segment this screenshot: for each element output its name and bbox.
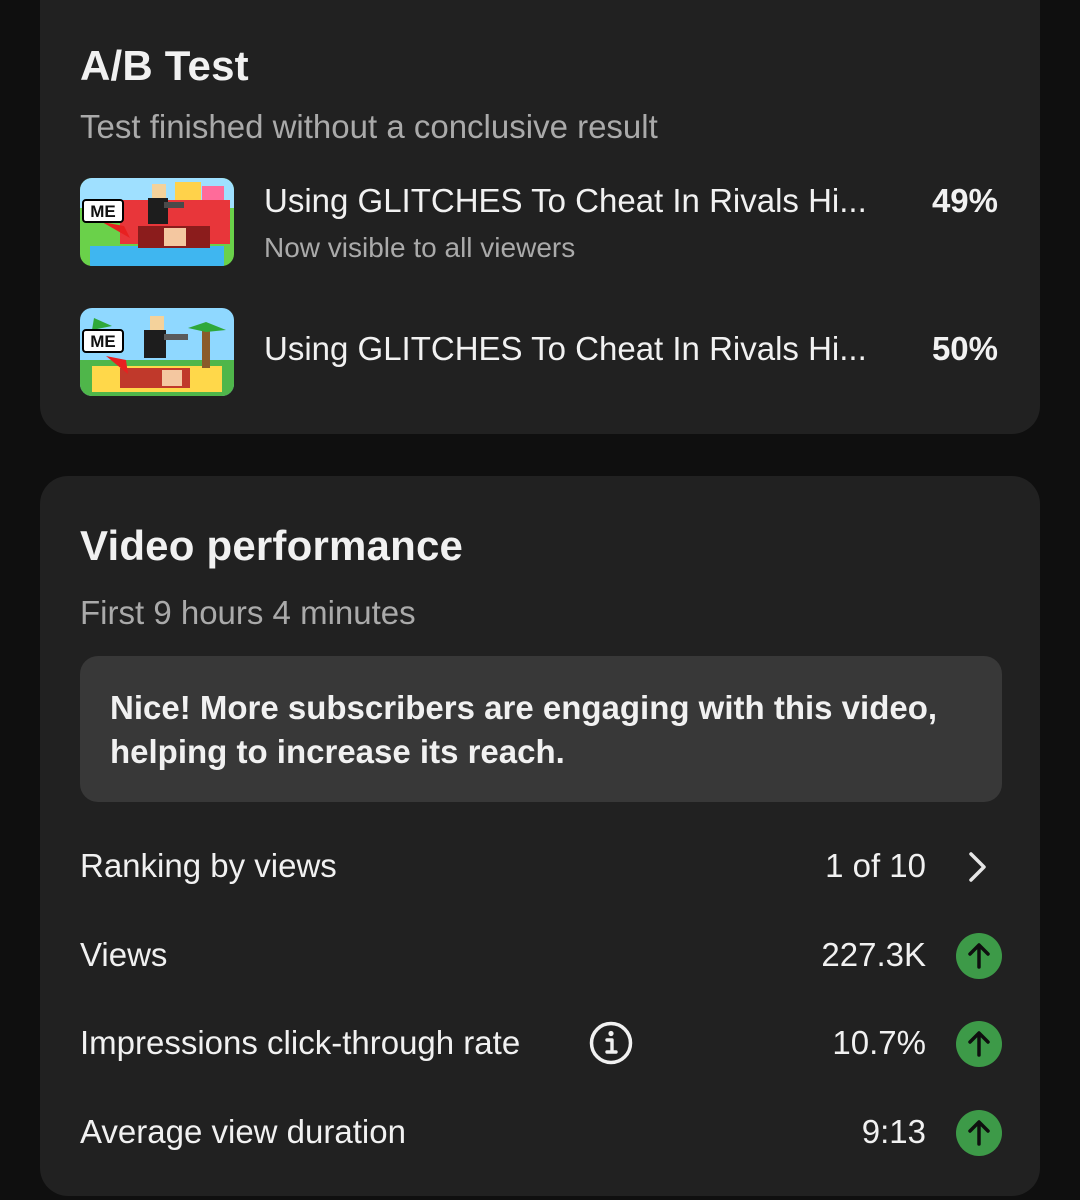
trend-up-icon xyxy=(956,1021,1002,1067)
video-performance-card: Video performance First 9 hours 4 minute… xyxy=(40,476,1040,1196)
metric-label: Impressions click-through rate xyxy=(80,1024,521,1061)
metric-label: Views xyxy=(80,936,168,973)
variant-1-percent: 49% xyxy=(931,182,998,219)
variant-1-status: Now visible to all viewers xyxy=(264,232,576,263)
metric-average-view-duration[interactable]: Average view duration 9:13 xyxy=(80,1103,1002,1163)
thumbnail-me-label: ME xyxy=(90,202,116,221)
ab-test-subtitle: Test finished without a conclusive resul… xyxy=(80,108,658,145)
variant-2-percent: 50% xyxy=(931,330,998,367)
metric-ranking-by-views[interactable]: Ranking by views 1 of 10 xyxy=(80,837,1002,897)
performance-subtitle: First 9 hours 4 minutes xyxy=(80,594,416,631)
variant-1-thumbnail: ME xyxy=(80,178,234,266)
trend-up-icon xyxy=(956,1110,1002,1156)
variant-1-title: Using GLITCHES To Cheat In Rivals Hi... xyxy=(264,182,867,219)
metric-value: 227.3K xyxy=(821,936,926,973)
metric-value: 9:13 xyxy=(861,1113,926,1150)
metric-value: 1 of 10 xyxy=(825,847,926,884)
info-icon[interactable] xyxy=(588,1020,634,1066)
trend-up-icon xyxy=(956,933,1002,979)
chevron-right-icon[interactable] xyxy=(962,849,992,885)
variant-2-title: Using GLITCHES To Cheat In Rivals Hi... xyxy=(264,330,867,367)
thumbnail-me-label: ME xyxy=(90,332,116,351)
metric-impressions-ctr[interactable]: Impressions click-through rate 10.7% xyxy=(80,1014,1002,1074)
ab-test-card: A/B Test Test finished without a conclus… xyxy=(40,0,1040,434)
metric-label: Average view duration xyxy=(80,1113,406,1150)
variant-2-thumbnail: ME xyxy=(80,308,234,396)
ab-variant-1[interactable]: ME Using GLITCHES To Cheat In Rivals Hi.… xyxy=(80,178,1000,268)
metric-value: 10.7% xyxy=(832,1024,926,1061)
ab-test-title: A/B Test xyxy=(80,42,249,89)
ab-variant-2[interactable]: ME Using GLITCHES To Cheat In Rivals Hi.… xyxy=(80,308,1000,398)
metric-label: Ranking by views xyxy=(80,847,337,884)
performance-title: Video performance xyxy=(80,522,464,569)
metric-views[interactable]: Views 227.3K xyxy=(80,926,1002,986)
engagement-notice: Nice! More subscribers are engaging with… xyxy=(80,656,1002,802)
